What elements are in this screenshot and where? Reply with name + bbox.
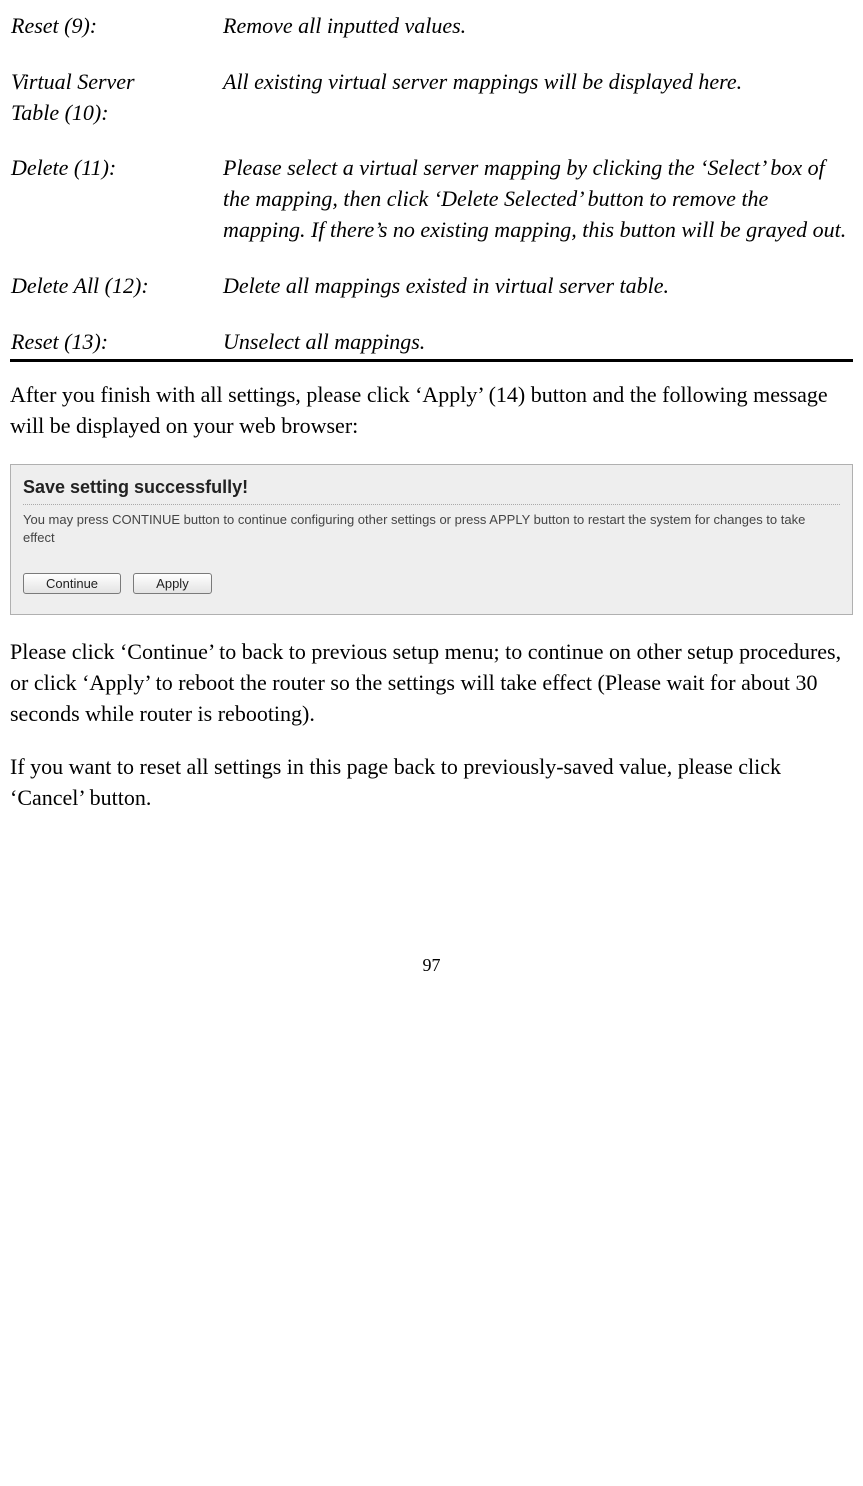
definition-row: Delete All (12): Delete all mappings exi… [10, 270, 853, 326]
definitions-table: Reset (9): Remove all inputted values. V… [10, 10, 853, 357]
definition-row: Delete (11): Please select a virtual ser… [10, 152, 853, 269]
panel-title: Save setting successfully! [23, 475, 840, 505]
definition-term: Reset (13): [10, 326, 222, 358]
definition-term: Delete All (12): [10, 270, 222, 326]
definition-term: Virtual ServerTable (10): [10, 66, 222, 153]
paragraph-continue: Please click ‘Continue’ to back to previ… [10, 637, 853, 729]
definition-row: Reset (9): Remove all inputted values. [10, 10, 853, 66]
definition-desc: All existing virtual server mappings wil… [222, 66, 853, 153]
definition-term: Delete (11): [10, 152, 222, 269]
definition-desc: Remove all inputted values. [222, 10, 853, 66]
page-number: 97 [10, 953, 853, 978]
divider-rule [10, 359, 853, 362]
definition-term: Reset (9): [10, 10, 222, 66]
continue-button[interactable]: Continue [23, 573, 121, 594]
definition-desc: Unselect all mappings. [222, 326, 853, 358]
apply-button[interactable]: Apply [133, 573, 212, 594]
panel-button-row: Continue Apply [23, 566, 840, 597]
save-confirmation-panel: Save setting successfully! You may press… [10, 464, 853, 615]
paragraph-reset: If you want to reset all settings in thi… [10, 752, 853, 814]
definition-desc: Delete all mappings existed in virtual s… [222, 270, 853, 326]
definition-row: Reset (13): Unselect all mappings. [10, 326, 853, 358]
definition-row: Virtual ServerTable (10): All existing v… [10, 66, 853, 153]
paragraph-after-settings: After you finish with all settings, plea… [10, 380, 853, 442]
definition-desc: Please select a virtual server mapping b… [222, 152, 853, 269]
panel-body-text: You may press CONTINUE button to continu… [23, 511, 840, 547]
